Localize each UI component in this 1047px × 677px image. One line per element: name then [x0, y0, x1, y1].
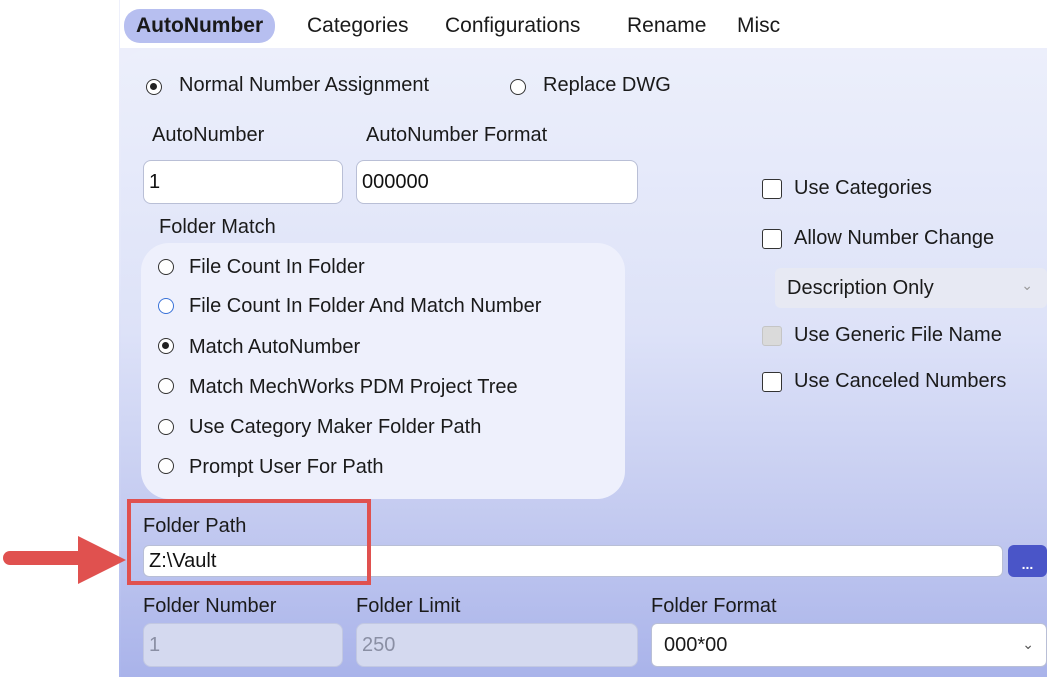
use-categories-label[interactable]: Use Categories: [794, 177, 932, 200]
chevron-down-icon: ⌄: [1021, 277, 1033, 293]
folder-limit-input: 250: [356, 623, 638, 667]
folder-match-label: Folder Match: [159, 216, 276, 238]
normal-assignment-radio[interactable]: [146, 79, 162, 95]
allow-number-change-label[interactable]: Allow Number Change: [794, 227, 994, 250]
folder-format-dropdown[interactable]: 000*00 ⌄: [651, 623, 1047, 667]
autonumber-format-label: AutoNumber Format: [366, 124, 548, 146]
category-maker-folder-path-label[interactable]: Use Category Maker Folder Path: [189, 416, 481, 439]
tab-misc[interactable]: Misc: [737, 14, 780, 38]
folder-limit-label: Folder Limit: [356, 595, 461, 617]
file-count-and-match-label[interactable]: File Count In Folder And Match Number: [189, 295, 541, 318]
change-mode-dropdown[interactable]: Description Only ⌄: [775, 268, 1047, 308]
replace-dwg-label[interactable]: Replace DWG: [543, 74, 671, 97]
folder-path-highlight-box: [127, 499, 371, 585]
prompt-user-for-path-label[interactable]: Prompt User For Path: [189, 456, 384, 479]
tab-categories[interactable]: Categories: [307, 14, 409, 38]
folder-format-value: 000*00: [664, 633, 728, 656]
match-pdm-project-tree-radio[interactable]: [158, 378, 174, 394]
tab-configurations[interactable]: Configurations: [445, 14, 580, 38]
file-count-and-match-radio[interactable]: [158, 298, 174, 314]
autonumber-format-input[interactable]: 000000: [356, 160, 638, 204]
change-mode-value: Description Only: [787, 276, 934, 299]
folder-number-label: Folder Number: [143, 595, 277, 617]
use-canceled-numbers-checkbox[interactable]: [762, 372, 782, 392]
autonumber-label: AutoNumber: [152, 124, 265, 146]
autonumber-input[interactable]: 1: [143, 160, 343, 204]
folder-number-input: 1: [143, 623, 343, 667]
file-count-in-folder-radio[interactable]: [158, 259, 174, 275]
use-generic-file-name-checkbox: [762, 326, 782, 346]
prompt-user-for-path-radio[interactable]: [158, 458, 174, 474]
chevron-down-icon: ⌄: [1022, 636, 1034, 652]
match-pdm-project-tree-label[interactable]: Match MechWorks PDM Project Tree: [189, 376, 518, 399]
use-generic-file-name-label: Use Generic File Name: [794, 324, 1002, 346]
normal-assignment-label[interactable]: Normal Number Assignment: [179, 74, 429, 97]
match-autonumber-radio[interactable]: [158, 338, 174, 354]
allow-number-change-checkbox[interactable]: [762, 229, 782, 249]
tab-rename[interactable]: Rename: [627, 14, 706, 38]
folder-format-label: Folder Format: [651, 595, 777, 617]
red-arrow-icon: [3, 536, 126, 584]
file-count-in-folder-label[interactable]: File Count In Folder: [189, 256, 365, 279]
use-categories-checkbox[interactable]: [762, 179, 782, 199]
category-maker-folder-path-radio[interactable]: [158, 419, 174, 435]
match-autonumber-label[interactable]: Match AutoNumber: [189, 336, 360, 359]
replace-dwg-radio[interactable]: [510, 79, 526, 95]
tab-autonumber[interactable]: AutoNumber: [124, 9, 276, 43]
browse-folder-button[interactable]: ...: [1008, 545, 1047, 577]
use-canceled-numbers-label[interactable]: Use Canceled Numbers: [794, 370, 1006, 393]
